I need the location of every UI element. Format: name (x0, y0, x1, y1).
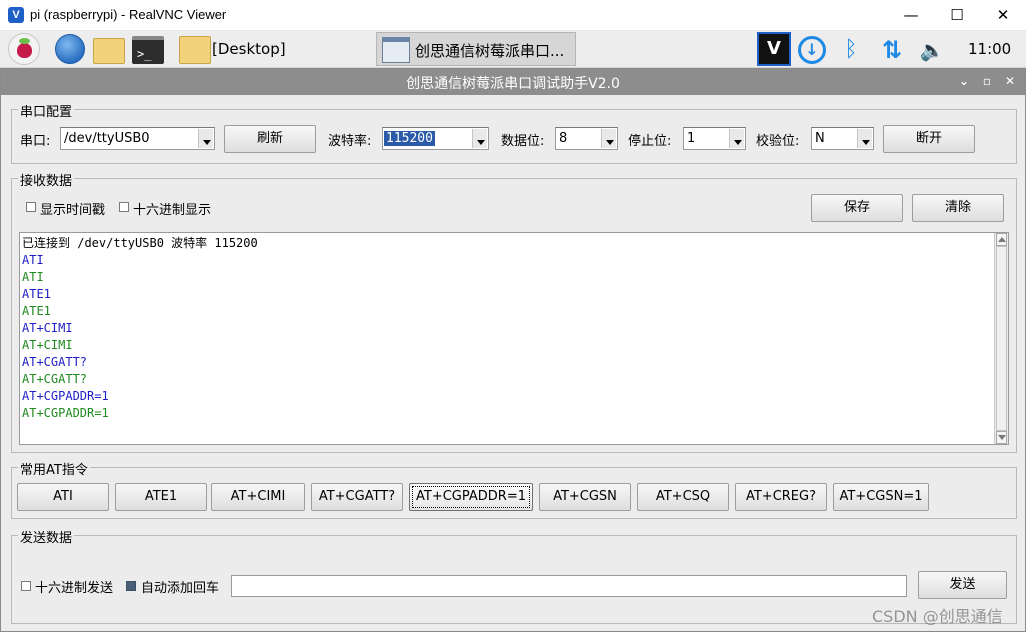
parity-value: N (815, 131, 825, 146)
clock[interactable]: 11:00 (968, 40, 1011, 58)
chevron-down-icon[interactable] (472, 129, 487, 148)
send-title: 发送数据 (18, 527, 75, 546)
app-title-bar: 创思通信树莓派串口调试助手V2.0 ⌄ ▫ ✕ (1, 69, 1025, 95)
receive-line: AT+CGPADDR=1 (22, 406, 109, 420)
port-label: 串口: (20, 134, 51, 149)
receive-line: ATE1 (22, 304, 51, 318)
baud-select[interactable]: 115200 (382, 127, 489, 150)
hex-send-label[interactable]: 十六进制发送 (35, 577, 113, 596)
realvnc-icon[interactable]: V (757, 32, 791, 66)
stop-bits-label: 停止位: (628, 134, 672, 149)
download-icon[interactable]: ↓ (798, 36, 826, 64)
at-commands-title: 常用AT指令 (18, 459, 90, 478)
hex-display-label[interactable]: 十六进制显示 (133, 199, 211, 218)
vnc-title-bar: V pi (raspberrypi) - RealVNC Viewer — ☐ … (0, 0, 1026, 31)
receive-line: 已连接到 /dev/ttyUSB0 波特率 115200 (22, 236, 258, 250)
minimize-button[interactable]: — (888, 0, 934, 31)
show-timestamp-checkbox[interactable] (26, 202, 36, 212)
clear-button[interactable]: 清除 (912, 194, 1004, 222)
taskbar-active-app[interactable]: 创思通信树莓派串口... (376, 32, 576, 66)
receive-scrollbar[interactable] (994, 233, 1008, 444)
receive-line: ATI (22, 270, 44, 284)
baud-value: 115200 (384, 131, 435, 146)
network-icon[interactable]: ⇅ (876, 35, 908, 65)
parity-label: 校验位: (756, 134, 800, 149)
chevron-down-icon[interactable] (857, 129, 872, 148)
parity-select[interactable]: N (811, 127, 874, 150)
receive-line: AT+CGATT? (22, 355, 88, 369)
maximize-button[interactable]: ☐ (934, 0, 980, 31)
receive-textarea[interactable]: 已连接到 /dev/ttyUSB0 波特率 115200 ATI ATI ATE1 AT… (19, 232, 1009, 445)
receive-line: ATI (22, 253, 44, 267)
send-button[interactable]: 发送 (918, 571, 1007, 599)
save-button[interactable]: 保存 (811, 194, 903, 222)
scrollbar-track[interactable] (996, 246, 1007, 431)
receive-line: AT+CGPADDR=1 (22, 389, 109, 403)
receive-line: AT+CIMI (22, 338, 73, 352)
taskbar-app-label: 创思通信树莓派串口... (415, 42, 565, 60)
stop-bits-select[interactable]: 1 (683, 127, 746, 150)
receive-title: 接收数据 (18, 170, 75, 189)
terminal-icon[interactable]: >_ (132, 36, 164, 64)
folder-icon[interactable] (179, 36, 211, 64)
hex-display-checkbox[interactable] (119, 202, 129, 212)
refresh-button[interactable]: 刷新 (224, 125, 316, 153)
serial-config-title: 串口配置 (18, 101, 75, 120)
serial-assistant-window: 创思通信树莓派串口调试助手V2.0 ⌄ ▫ ✕ 串口配置 串口: /dev/tt… (0, 68, 1026, 632)
vnc-window-title: pi (raspberrypi) - RealVNC Viewer (30, 7, 227, 22)
chevron-down-icon[interactable] (729, 129, 744, 148)
at-button[interactable]: AT+CIMI (211, 483, 305, 511)
at-button[interactable]: ATI (17, 483, 109, 511)
data-bits-label: 数据位: (501, 134, 545, 149)
watermark: CSDN @创思通信 (872, 607, 1003, 626)
data-bits-select[interactable]: 8 (555, 127, 618, 150)
serial-config-group: 串口配置 串口: /dev/ttyUSB0 刷新 波特率: 115200 数据位… (11, 101, 1017, 164)
realvnc-logo-icon: V (8, 7, 24, 23)
chevron-down-icon[interactable]: ⌄ (955, 72, 973, 90)
receive-line: AT+CGATT? (22, 372, 88, 386)
chevron-down-icon[interactable] (198, 129, 213, 148)
send-input[interactable] (231, 575, 907, 597)
at-button[interactable]: AT+CGATT? (311, 483, 403, 511)
at-button[interactable]: AT+CGSN=1 (833, 483, 929, 511)
at-button[interactable]: ATE1 (115, 483, 207, 511)
at-button[interactable]: AT+CREG? (735, 483, 827, 511)
scroll-up-icon[interactable] (996, 233, 1007, 246)
app-maximize-button[interactable]: ▫ (978, 72, 996, 90)
at-button[interactable]: AT+CGPADDR=1 (409, 483, 533, 511)
chevron-down-icon[interactable] (601, 129, 616, 148)
file-manager-icon[interactable] (93, 38, 125, 64)
volume-icon[interactable]: 🔈 (917, 35, 947, 65)
show-timestamp-label[interactable]: 显示时间戳 (40, 199, 105, 218)
at-button[interactable]: AT+CSQ (637, 483, 729, 511)
data-bits-value: 8 (559, 131, 568, 146)
disconnect-button[interactable]: 断开 (883, 125, 975, 153)
port-select[interactable]: /dev/ttyUSB0 (60, 127, 215, 150)
auto-cr-label[interactable]: 自动添加回车 (141, 577, 219, 596)
app-title: 创思通信树莓派串口调试助手V2.0 (406, 76, 620, 92)
taskbar-desktop-label[interactable]: [Desktop] (212, 40, 286, 58)
app-close-button[interactable]: ✕ (1001, 72, 1019, 90)
raspberry-menu-icon[interactable] (8, 33, 40, 65)
stop-bits-value: 1 (687, 131, 696, 146)
baud-label: 波特率: (328, 134, 372, 149)
scroll-down-icon[interactable] (996, 431, 1007, 444)
receive-lines: 已连接到 /dev/ttyUSB0 波特率 115200 ATI ATI ATE1 AT… (22, 235, 258, 422)
desktop-taskbar: >_ [Desktop] 创思通信树莓派串口... V ↓ ᛒ ⇅ 🔈 11:0… (0, 31, 1026, 68)
receive-line: AT+CIMI (22, 321, 73, 335)
bluetooth-icon[interactable]: ᛒ (838, 35, 864, 65)
at-button[interactable]: AT+CGSN (539, 483, 631, 511)
close-button[interactable]: ✕ (980, 0, 1026, 31)
receive-line: ATE1 (22, 287, 51, 301)
app-window-icon (382, 37, 410, 63)
browser-globe-icon[interactable] (55, 34, 85, 64)
hex-send-checkbox[interactable] (21, 581, 31, 591)
auto-cr-checkbox[interactable] (126, 581, 136, 591)
port-value: /dev/ttyUSB0 (64, 131, 150, 146)
